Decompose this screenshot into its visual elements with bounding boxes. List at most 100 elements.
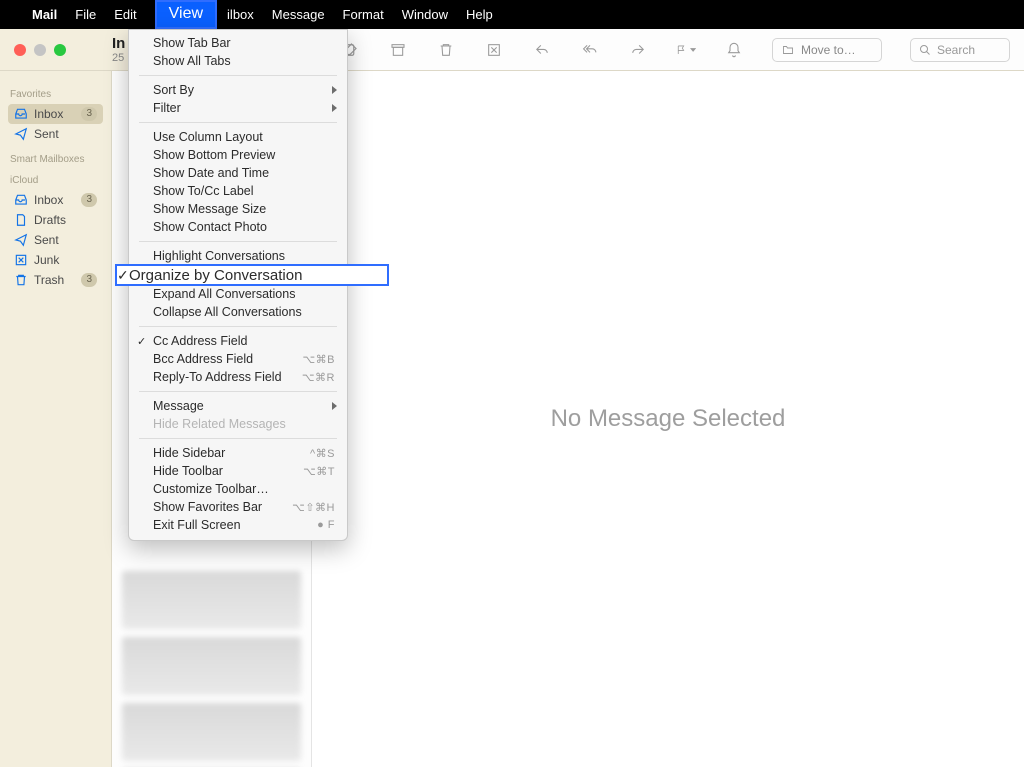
menu-message[interactable]: Message (272, 7, 325, 22)
menu-window[interactable]: Window (402, 7, 448, 22)
sidebar: Favorites Inbox 3 Sent Smart Mailboxes i… (0, 71, 112, 767)
menu-item-label: Customize Toolbar… (153, 482, 269, 496)
flag-icon[interactable] (676, 40, 696, 60)
main-toolbar: Move to… Search (312, 29, 1024, 70)
sidebar-item-trash[interactable]: Trash 3 (8, 270, 103, 290)
menu-separator (139, 241, 337, 242)
menu-mailbox[interactable]: ilbox (227, 7, 254, 22)
reply-all-icon[interactable] (580, 40, 600, 60)
sidebar-item-sent[interactable]: Sent (8, 124, 103, 144)
menu-item-customize-toolbar[interactable]: Customize Toolbar… (129, 480, 347, 498)
sidebar-item-label: Trash (34, 273, 75, 287)
menu-bar: Mail File Edit View ilbox Message Format… (0, 0, 1024, 29)
sidebar-item-label: Inbox (34, 193, 75, 207)
badge: 3 (81, 107, 97, 121)
trash-icon (14, 273, 28, 287)
menu-item-label: Collapse All Conversations (153, 305, 302, 319)
menu-item-show-to-cc-label[interactable]: Show To/Cc Label (129, 182, 347, 200)
menu-item-label: Cc Address Field (153, 334, 247, 348)
menu-item-shortcut: ● F (317, 519, 335, 531)
sidebar-section-smart: Smart Mailboxes (10, 154, 101, 165)
menu-view[interactable]: View (155, 0, 217, 29)
no-message-label: No Message Selected (551, 405, 786, 433)
notifications-icon[interactable] (724, 40, 744, 60)
menu-item-collapse-all-conversations[interactable]: Collapse All Conversations (129, 303, 347, 321)
forward-icon[interactable] (628, 40, 648, 60)
message-list-blurred (122, 571, 301, 767)
message-pane: No Message Selected (312, 71, 1024, 767)
inbox-icon (14, 107, 28, 121)
menu-item-expand-all-conversations[interactable]: Expand All Conversations (129, 285, 347, 303)
menu-item-hide-sidebar[interactable]: Hide Sidebar ^⌘S (129, 444, 347, 462)
menu-item-label: Filter (153, 101, 181, 115)
menu-item-filter[interactable]: Filter (129, 99, 347, 117)
menu-item-highlight-conversations[interactable]: Highlight Conversations (129, 247, 347, 265)
menu-item-sort-by[interactable]: Sort By (129, 81, 347, 99)
archive-icon[interactable] (388, 40, 408, 60)
sent-icon (14, 127, 28, 141)
view-menu-dropdown: Show Tab Bar Show All Tabs Sort By Filter Us… (128, 29, 348, 541)
menu-item-shortcut: ⌥⇧⌘H (292, 501, 335, 514)
menu-separator (139, 326, 337, 327)
menu-item-shortcut: ^⌘S (310, 447, 335, 460)
menu-item-label: Show Favorites Bar (153, 500, 262, 514)
menu-item-label: Bcc Address Field (153, 352, 253, 366)
minimize-window-icon[interactable] (34, 44, 46, 56)
menu-item-label: Sort By (153, 83, 194, 97)
sidebar-item-label: Sent (34, 127, 97, 141)
menu-separator (139, 75, 337, 76)
checkmark-icon: ✓ (117, 267, 129, 284)
junk-icon (14, 253, 28, 267)
menu-item-show-bottom-preview[interactable]: Show Bottom Preview (129, 146, 347, 164)
menu-item-label: Show All Tabs (153, 54, 231, 68)
sidebar-item-junk[interactable]: Junk (8, 250, 103, 270)
junk-icon[interactable] (484, 40, 504, 60)
menu-item-hide-related-messages: Hide Related Messages (129, 415, 347, 433)
menu-item-label: Hide Related Messages (153, 417, 286, 431)
menu-item-shortcut: ⌥⌘B (302, 353, 335, 366)
menu-item-show-date-and-time[interactable]: Show Date and Time (129, 164, 347, 182)
menu-item-label: Reply-To Address Field (153, 370, 282, 384)
menu-edit[interactable]: Edit (114, 7, 136, 22)
menu-file[interactable]: File (75, 7, 96, 22)
menu-format[interactable]: Format (343, 7, 384, 22)
checkmark-icon: ✓ (137, 335, 146, 348)
drafts-icon (14, 213, 28, 227)
close-window-icon[interactable] (14, 44, 26, 56)
menu-item-hide-toolbar[interactable]: Hide Toolbar⌥⌘T (129, 462, 347, 480)
menu-item-exit-full-screen[interactable]: Exit Full Screen● F (129, 516, 347, 534)
menu-item-show-all-tabs[interactable]: Show All Tabs (129, 52, 347, 70)
menu-item-label: Expand All Conversations (153, 287, 295, 301)
trash-icon[interactable] (436, 40, 456, 60)
menu-item-cc-address-field[interactable]: ✓ Cc Address Field (129, 332, 347, 350)
menu-item-message[interactable]: Message (129, 397, 347, 415)
sidebar-item-inbox[interactable]: Inbox 3 (8, 104, 103, 124)
menu-item-show-favorites-bar[interactable]: Show Favorites Bar ⌥⇧⌘H (129, 498, 347, 516)
menu-item-label: Show Contact Photo (153, 220, 267, 234)
menu-item-show-contact-photo[interactable]: Show Contact Photo (129, 218, 347, 236)
menu-item-label: Hide Sidebar (153, 446, 225, 460)
menu-app[interactable]: Mail (32, 7, 57, 22)
move-to-label: Move to… (801, 43, 856, 57)
sidebar-item-drafts[interactable]: Drafts (8, 210, 103, 230)
sidebar-item-label: Sent (34, 233, 97, 247)
badge: 3 (81, 273, 97, 287)
menu-item-organize-by-conversation[interactable]: ✓Organize by Conversation (115, 264, 389, 286)
sidebar-section-icloud: iCloud (10, 175, 101, 186)
menu-help[interactable]: Help (466, 7, 493, 22)
sidebar-item-icloud-sent[interactable]: Sent (8, 230, 103, 250)
menu-item-reply-to-address-field[interactable]: Reply-To Address Field⌥⌘R (129, 368, 347, 386)
reply-icon[interactable] (532, 40, 552, 60)
sidebar-item-icloud-inbox[interactable]: Inbox 3 (8, 190, 103, 210)
move-to-dropdown[interactable]: Move to… (772, 38, 882, 62)
menu-item-show-message-size[interactable]: Show Message Size (129, 200, 347, 218)
fullscreen-window-icon[interactable] (54, 44, 66, 56)
window-controls-region (0, 44, 112, 56)
search-input[interactable]: Search (910, 38, 1010, 62)
badge: 3 (81, 193, 97, 207)
menu-item-label: Show Bottom Preview (153, 148, 275, 162)
search-placeholder: Search (937, 43, 975, 57)
menu-item-show-tab-bar[interactable]: Show Tab Bar (129, 34, 347, 52)
menu-item-bcc-address-field[interactable]: Bcc Address Field ⌥⌘B (129, 350, 347, 368)
menu-item-use-column-layout[interactable]: Use Column Layout (129, 128, 347, 146)
